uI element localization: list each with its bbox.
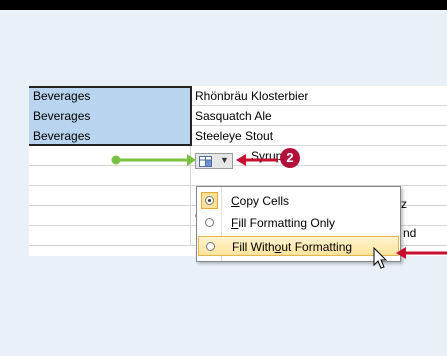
red-arrow-icon: [396, 247, 447, 259]
callout-overlay: [111, 154, 447, 269]
step-number-badge: 2: [280, 148, 300, 168]
red-arrow-icon: [236, 154, 278, 166]
mouse-pointer-icon: [373, 246, 388, 269]
green-arrow-icon: [111, 154, 196, 166]
